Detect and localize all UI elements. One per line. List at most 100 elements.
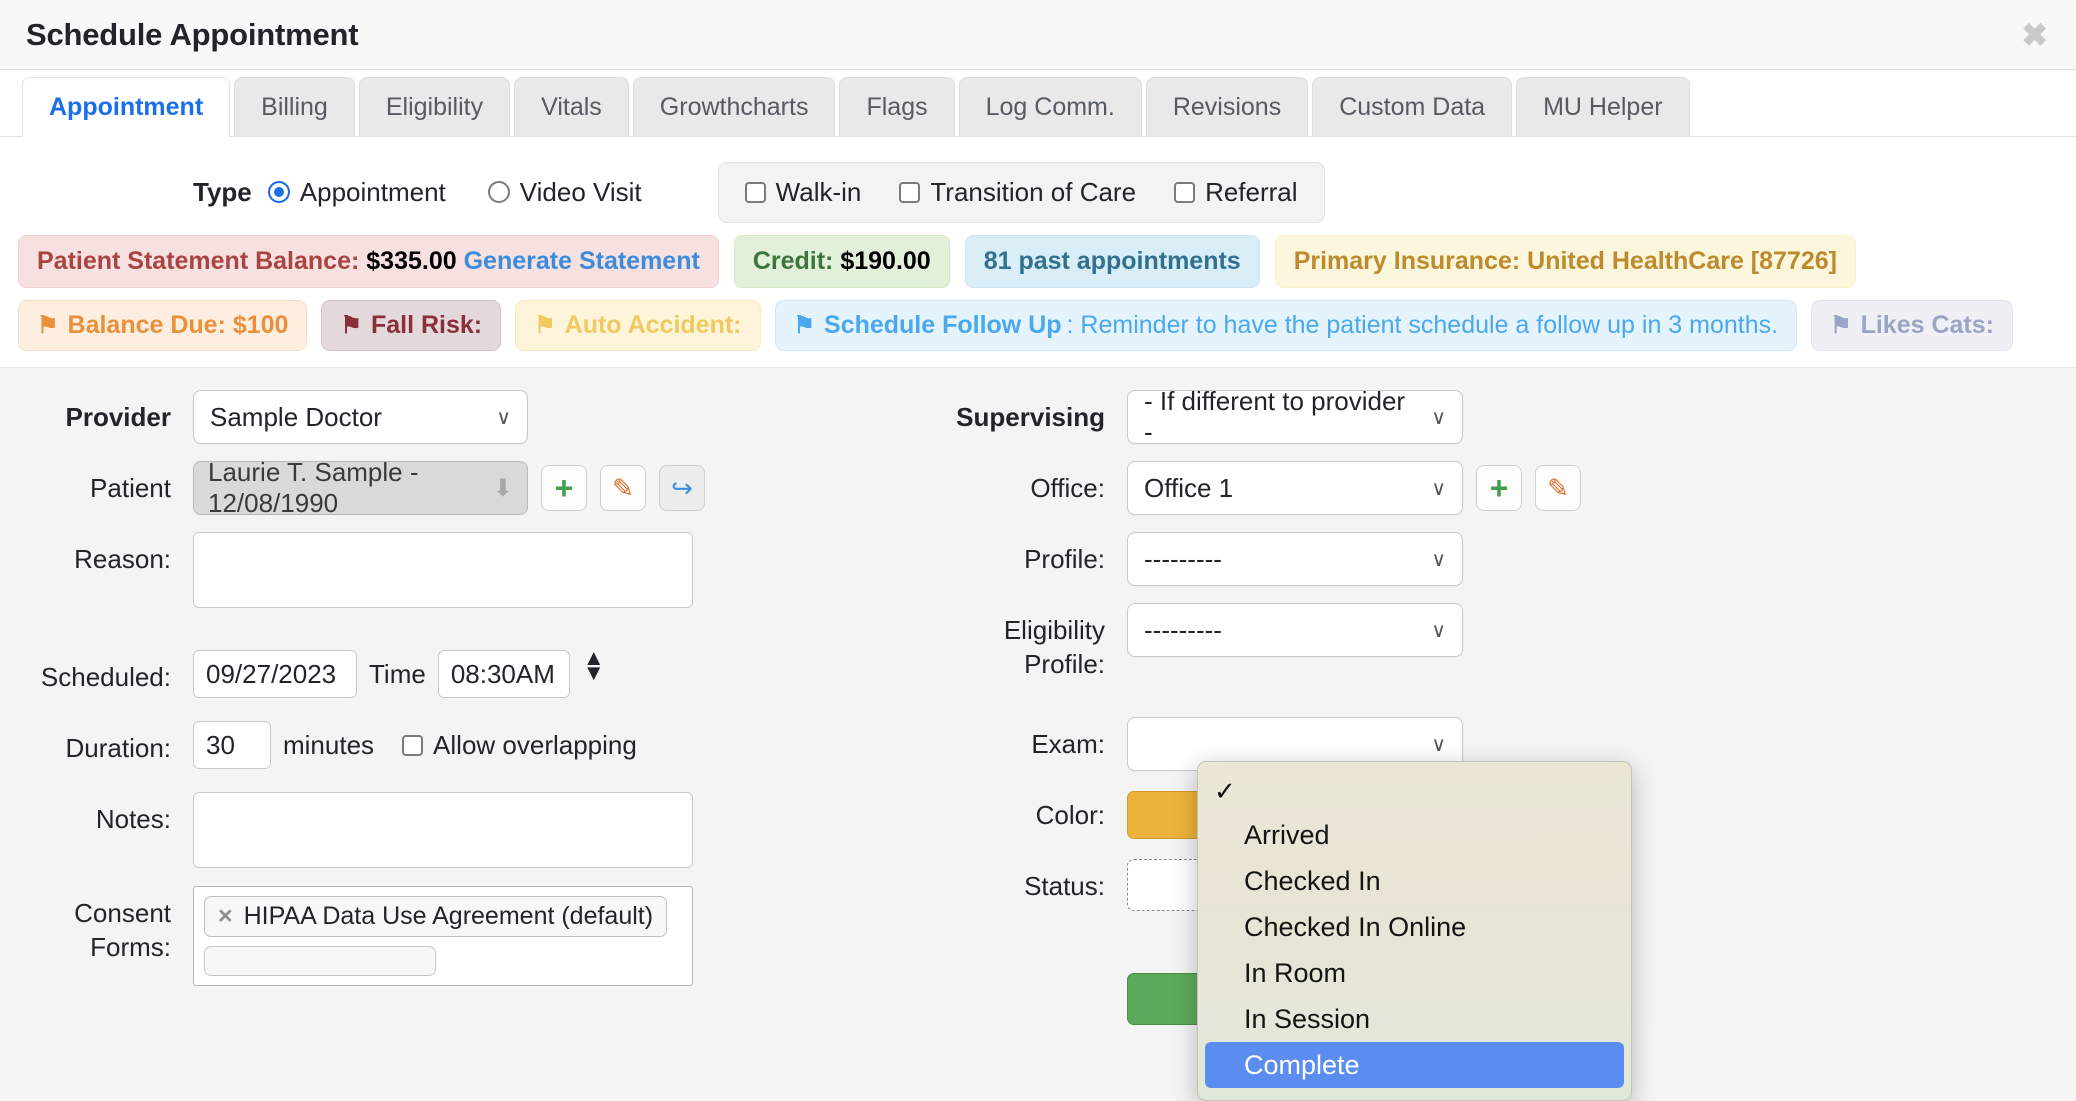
- tab-eligibility[interactable]: Eligibility: [358, 77, 511, 136]
- chevron-down-icon: ∨: [1431, 406, 1446, 429]
- eligibility-profile-label: Eligibility Profile:: [1003, 615, 1105, 679]
- consent-forms-input[interactable]: [204, 946, 436, 976]
- flag-label: Schedule Follow Up: [824, 311, 1062, 339]
- dropdown-item-complete[interactable]: Complete: [1205, 1042, 1624, 1088]
- supervising-select[interactable]: - If different to provider - ∨: [1127, 386, 1463, 447]
- profile-row: Profile: --------- ∨: [942, 532, 2020, 586]
- office-row: Office: Office 1 ∨ + ✎: [942, 461, 2020, 515]
- credit-badge[interactable]: Credit: $190.00: [733, 235, 950, 288]
- add-patient-button[interactable]: +: [541, 465, 587, 511]
- supervising-select-value: - If different to provider -: [1144, 386, 1406, 447]
- provider-select-value: Sample Doctor: [210, 401, 382, 432]
- arrow-down-icon: ⬇: [492, 474, 513, 502]
- duration-input[interactable]: [193, 721, 271, 769]
- consent-forms-field[interactable]: × HIPAA Data Use Agreement (default): [193, 886, 693, 986]
- patient-statement-balance-badge[interactable]: Patient Statement Balance: $335.00 Gener…: [18, 235, 719, 288]
- checkbox-walk-in[interactable]: Walk-in: [744, 177, 861, 208]
- checkbox-box-icon: [1174, 181, 1196, 203]
- patient-row: Patient Laurie T. Sample - 12/08/1990 ⬇ …: [38, 457, 920, 518]
- credit-label: Credit:: [752, 247, 834, 275]
- edit-office-button[interactable]: ✎: [1535, 465, 1581, 511]
- checkbox-label: Transition of Care: [930, 176, 1137, 207]
- flag-auto-accident[interactable]: ⚑ Auto Accident:: [515, 300, 761, 351]
- tab-vitals[interactable]: Vitals: [514, 77, 629, 136]
- flag-schedule-follow-up[interactable]: ⚑ Schedule Follow Up: Reminder to have th…: [774, 300, 1798, 351]
- duration-label: Duration:: [65, 733, 172, 763]
- status-label: Status:: [1024, 871, 1105, 901]
- tab-growthcharts[interactable]: Growthcharts: [632, 77, 836, 136]
- dropdown-item-in-room[interactable]: In Room: [1198, 950, 1631, 996]
- patient-select[interactable]: Laurie T. Sample - 12/08/1990 ⬇: [193, 457, 528, 518]
- scheduled-time-input[interactable]: [437, 650, 570, 698]
- tab-billing[interactable]: Billing: [234, 77, 355, 136]
- chevron-down-icon: ∨: [1431, 477, 1446, 500]
- tab-revisions[interactable]: Revisions: [1145, 77, 1309, 136]
- flag-icon: ⚑: [340, 311, 362, 339]
- generate-statement-link[interactable]: Generate Statement: [464, 247, 700, 275]
- profile-select[interactable]: --------- ∨: [1127, 532, 1463, 586]
- flag-label: Fall Risk:: [370, 311, 483, 339]
- tab-mu-helper[interactable]: MU Helper: [1516, 77, 1690, 136]
- eligibility-profile-row: Eligibility Profile: --------- ∨: [942, 603, 2020, 681]
- flag-fall-risk[interactable]: ⚑ Fall Risk:: [321, 300, 502, 351]
- allow-overlapping-checkbox[interactable]: Allow overlapping: [402, 721, 637, 769]
- tab-flags[interactable]: Flags: [839, 77, 955, 136]
- profile-select-value: ---------: [1144, 543, 1222, 574]
- chevron-down-icon: ∨: [1431, 733, 1446, 756]
- scheduled-label: Scheduled:: [40, 662, 171, 692]
- radio-button-icon: [267, 181, 290, 203]
- radio-video-visit[interactable]: Video Visit: [487, 176, 642, 208]
- flag-icon: ⚑: [1830, 311, 1852, 339]
- supervising-label: Supervising: [956, 402, 1105, 432]
- provider-row: Provider Sample Doctor ∨: [38, 390, 920, 444]
- dropdown-item-in-session[interactable]: In Session: [1198, 996, 1631, 1042]
- flag-description: : Reminder to have the patient schedule …: [1066, 311, 1779, 339]
- remove-chip-icon[interactable]: ×: [218, 902, 233, 931]
- dropdown-item-checkmark[interactable]: ✓: [1198, 770, 1631, 812]
- tab-log-comm[interactable]: Log Comm.: [958, 77, 1142, 136]
- dropdown-item-checked-in-online[interactable]: Checked In Online: [1198, 904, 1631, 950]
- tab-appointment[interactable]: Appointment: [22, 77, 231, 137]
- patient-flags-row: ⚑ Balance Due: $100 ⚑ Fall Risk: ⚑ Auto Accid…: [0, 288, 2076, 367]
- add-office-button[interactable]: +: [1476, 465, 1522, 511]
- dropdown-item-checked-in[interactable]: Checked In: [1198, 858, 1631, 904]
- radio-label: Video Visit: [519, 176, 642, 207]
- tab-custom-data[interactable]: Custom Data: [1312, 77, 1513, 136]
- checkbox-transition-of-care[interactable]: Transition of Care: [899, 177, 1136, 208]
- share-patient-button[interactable]: ↪: [659, 465, 705, 511]
- notes-row: Notes:: [38, 792, 920, 868]
- page-title: Schedule Appointment: [26, 16, 359, 52]
- profile-label: Profile:: [1024, 544, 1105, 574]
- consent-form-chip[interactable]: × HIPAA Data Use Agreement (default): [204, 896, 668, 937]
- notes-textarea[interactable]: [193, 792, 693, 868]
- provider-select[interactable]: Sample Doctor ∨: [193, 390, 528, 444]
- flag-label: Likes Cats:: [1860, 311, 1994, 339]
- color-label: Color:: [1035, 800, 1105, 830]
- provider-label: Provider: [65, 402, 172, 432]
- office-select[interactable]: Office 1 ∨: [1127, 461, 1463, 515]
- eligibility-profile-select-value: ---------: [1144, 614, 1222, 645]
- reason-label: Reason:: [74, 544, 171, 574]
- reason-textarea[interactable]: [193, 532, 693, 608]
- primary-insurance-badge[interactable]: Primary Insurance: United HealthCare [87…: [1274, 235, 1856, 288]
- status-dropdown-menu[interactable]: ✓ Arrived Checked In Checked In Online In Ro…: [1197, 761, 1632, 1101]
- edit-patient-button[interactable]: ✎: [600, 465, 646, 511]
- flag-icon: ⚑: [534, 311, 556, 339]
- allow-overlapping-label: Allow overlapping: [433, 730, 637, 760]
- checkbox-box-icon: [402, 734, 424, 756]
- past-appointments-badge[interactable]: 81 past appointments: [964, 235, 1260, 288]
- eligibility-profile-select[interactable]: --------- ∨: [1127, 603, 1463, 657]
- radio-appointment[interactable]: Appointment: [267, 177, 446, 208]
- flag-balance-due-100[interactable]: ⚑ Balance Due: $100: [18, 300, 308, 351]
- checkbox-box-icon: [899, 181, 921, 203]
- time-spinner-icon[interactable]: ▲ ▼: [583, 646, 605, 684]
- flag-likes-cats[interactable]: ⚑ Likes Cats:: [1811, 300, 2013, 351]
- patient-label: Patient: [90, 473, 171, 503]
- scheduled-date-input[interactable]: [193, 650, 357, 698]
- appointment-form: Provider Sample Doctor ∨ Patient Laurie …: [0, 367, 2076, 1025]
- reason-row: Reason:: [38, 532, 920, 608]
- close-icon[interactable]: ✖: [2021, 19, 2048, 51]
- type-label: Type: [193, 176, 252, 207]
- dropdown-item-arrived[interactable]: Arrived: [1198, 812, 1631, 858]
- checkbox-referral[interactable]: Referral: [1174, 177, 1298, 208]
